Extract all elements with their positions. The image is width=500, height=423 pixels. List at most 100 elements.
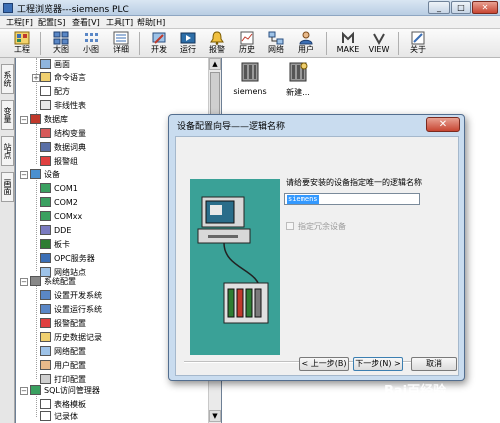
toolbar-view-label: VIEW — [368, 45, 390, 54]
tree-item-label: 设置运行系统 — [54, 305, 102, 314]
tree-item-data-dictionary[interactable]: 数据词典 — [40, 141, 86, 154]
tree-item-sql-manager[interactable]: SQL访问管理器 — [30, 384, 100, 397]
tree-item-user-config[interactable]: 用户配置 — [40, 359, 86, 372]
tree-item-board[interactable]: 板卡 — [40, 238, 70, 251]
watermark-url: jingyan.baidu.com — [394, 404, 459, 412]
watermark-logo: Bai百经验 — [384, 384, 447, 399]
cancel-button[interactable]: 取消 — [411, 357, 457, 371]
tree-item-nonlinear-table[interactable]: 非线性表 — [40, 99, 86, 112]
toolbar-view-button[interactable]: VIEW — [364, 30, 394, 57]
alarm-icon — [210, 31, 224, 45]
toolbar-make-button[interactable]: MAKE — [333, 30, 363, 57]
toolbar-project-label: 工程 — [14, 45, 30, 54]
toolbar-separator — [40, 32, 41, 55]
menu-project[interactable]: 工程[F] — [6, 17, 33, 28]
toolbar-user-button[interactable]: 用户 — [292, 30, 320, 57]
tab-variables[interactable]: 变量 — [1, 100, 14, 130]
settings-icon — [40, 290, 51, 300]
template-icon — [40, 399, 51, 409]
toolbar: 工程 大图 小图 详细 开发 运行 报警 历史 网络 用户 MAKE VIEW … — [0, 29, 500, 58]
network-config-icon — [40, 346, 51, 356]
tree-item-opc-server[interactable]: OPC服务器 — [40, 252, 95, 265]
toolbar-large-icons-button[interactable]: 大图 — [47, 30, 75, 57]
tree-item-label: 用户配置 — [54, 361, 86, 370]
tree-collapse-toggle[interactable]: − — [20, 278, 28, 286]
tree-item-runtime-settings[interactable]: 设置运行系统 — [40, 303, 102, 316]
toolbar-run-button[interactable]: 运行 — [174, 30, 202, 57]
tree-item-dev-system-settings[interactable]: 设置开发系统 — [40, 289, 102, 302]
device-item-new[interactable]: 新建... — [270, 61, 326, 98]
tree-item-command-language[interactable]: 命令语言 — [40, 71, 86, 84]
serial-port-icon — [40, 197, 51, 207]
tree-item-network-config[interactable]: 网络配置 — [40, 345, 86, 358]
dialog-close-button[interactable]: ✕ — [426, 117, 460, 132]
tree-guide-line — [36, 285, 37, 379]
toolbar-network-button[interactable]: 网络 — [262, 30, 290, 57]
tree-collapse-toggle[interactable]: − — [20, 387, 28, 395]
dictionary-icon — [40, 142, 51, 152]
about-icon — [411, 31, 425, 45]
tree-item-database[interactable]: 数据库 — [30, 113, 68, 126]
tree-collapse-toggle[interactable]: − — [20, 116, 28, 124]
make-icon — [342, 31, 354, 43]
tree-item-label: 数据词典 — [54, 143, 86, 152]
close-button[interactable]: ✕ — [472, 1, 498, 14]
details-view-icon — [113, 31, 129, 45]
tree-item-label: 设置开发系统 — [54, 291, 102, 300]
tab-system[interactable]: 系统 — [1, 64, 14, 94]
prev-button[interactable]: < 上一步(B) — [299, 357, 349, 371]
tree-item-label: 打印配置 — [54, 375, 86, 384]
recipe-icon — [40, 86, 51, 96]
menu-help[interactable]: 帮助[H] — [137, 17, 165, 28]
toolbar-develop-button[interactable]: 开发 — [145, 30, 173, 57]
redundant-device-checkbox[interactable] — [286, 222, 294, 230]
toolbar-history-button[interactable]: 历史 — [233, 30, 261, 57]
tree-item-com1[interactable]: COM1 — [40, 182, 78, 195]
toolbar-separator — [139, 32, 140, 55]
tree-item-alarm-config[interactable]: 报警配置 — [40, 317, 86, 330]
tree-collapse-toggle[interactable]: − — [20, 171, 28, 179]
tree-item-com2[interactable]: COM2 — [40, 196, 78, 209]
tree-item-screens[interactable]: 画面 — [40, 58, 70, 71]
alarm-config-icon — [40, 318, 51, 328]
computer-and-plc-illustration — [197, 196, 269, 324]
tree-item-system-config[interactable]: 系统配置 — [30, 275, 76, 288]
menu-tools[interactable]: 工具[T] — [106, 17, 133, 28]
tree-item-struct-variables[interactable]: 结构变量 — [40, 127, 86, 140]
tab-stations[interactable]: 站点 — [1, 136, 14, 166]
toolbar-small-icons-button[interactable]: 小图 — [77, 30, 105, 57]
develop-icon — [152, 32, 166, 44]
tree-item-recipe[interactable]: 配方 — [40, 85, 70, 98]
next-button[interactable]: 下一步(N) > — [353, 357, 403, 371]
tree-item-devices[interactable]: 设备 — [30, 168, 60, 181]
toolbar-history-label: 历史 — [239, 45, 255, 54]
maximize-button[interactable]: □ — [451, 1, 471, 14]
toolbar-details-button[interactable]: 详细 — [107, 30, 135, 57]
toolbar-make-label: MAKE — [336, 45, 360, 54]
toolbar-project-button[interactable]: 工程 — [8, 30, 36, 57]
toolbar-alarm-button[interactable]: 报警 — [203, 30, 231, 57]
tree-item-comxx[interactable]: COMxx — [40, 210, 82, 223]
tree-item-alarm-group[interactable]: 报警组 — [40, 155, 78, 168]
scroll-up-button[interactable]: ▲ — [209, 58, 221, 70]
toolbar-about-button[interactable]: 关于 — [404, 30, 432, 57]
tab-screens[interactable]: 画面 — [1, 172, 14, 202]
toolbar-user-label: 用户 — [298, 45, 314, 54]
tree-item-history-record[interactable]: 历史数据记录 — [40, 331, 102, 344]
tree-item-dde[interactable]: DDE — [40, 224, 71, 237]
minimize-button[interactable]: _ — [428, 1, 450, 14]
toolbar-run-label: 运行 — [180, 45, 196, 54]
menu-config[interactable]: 配置[S] — [38, 17, 65, 28]
tree-item-record-body[interactable]: 记录体 — [40, 410, 78, 423]
small-icons-view-icon — [85, 33, 98, 42]
record-icon — [40, 411, 51, 421]
opc-icon — [40, 253, 51, 263]
tree-expand-toggle[interactable]: + — [32, 74, 40, 82]
logical-name-input[interactable]: siemens — [284, 193, 420, 205]
scroll-down-button[interactable]: ▼ — [209, 410, 221, 422]
wizard-illustration — [190, 179, 280, 355]
tree-item-label: 板卡 — [54, 240, 70, 249]
sql-icon — [30, 385, 41, 395]
menu-view[interactable]: 查看[V] — [72, 17, 100, 28]
network-icon — [268, 31, 284, 45]
